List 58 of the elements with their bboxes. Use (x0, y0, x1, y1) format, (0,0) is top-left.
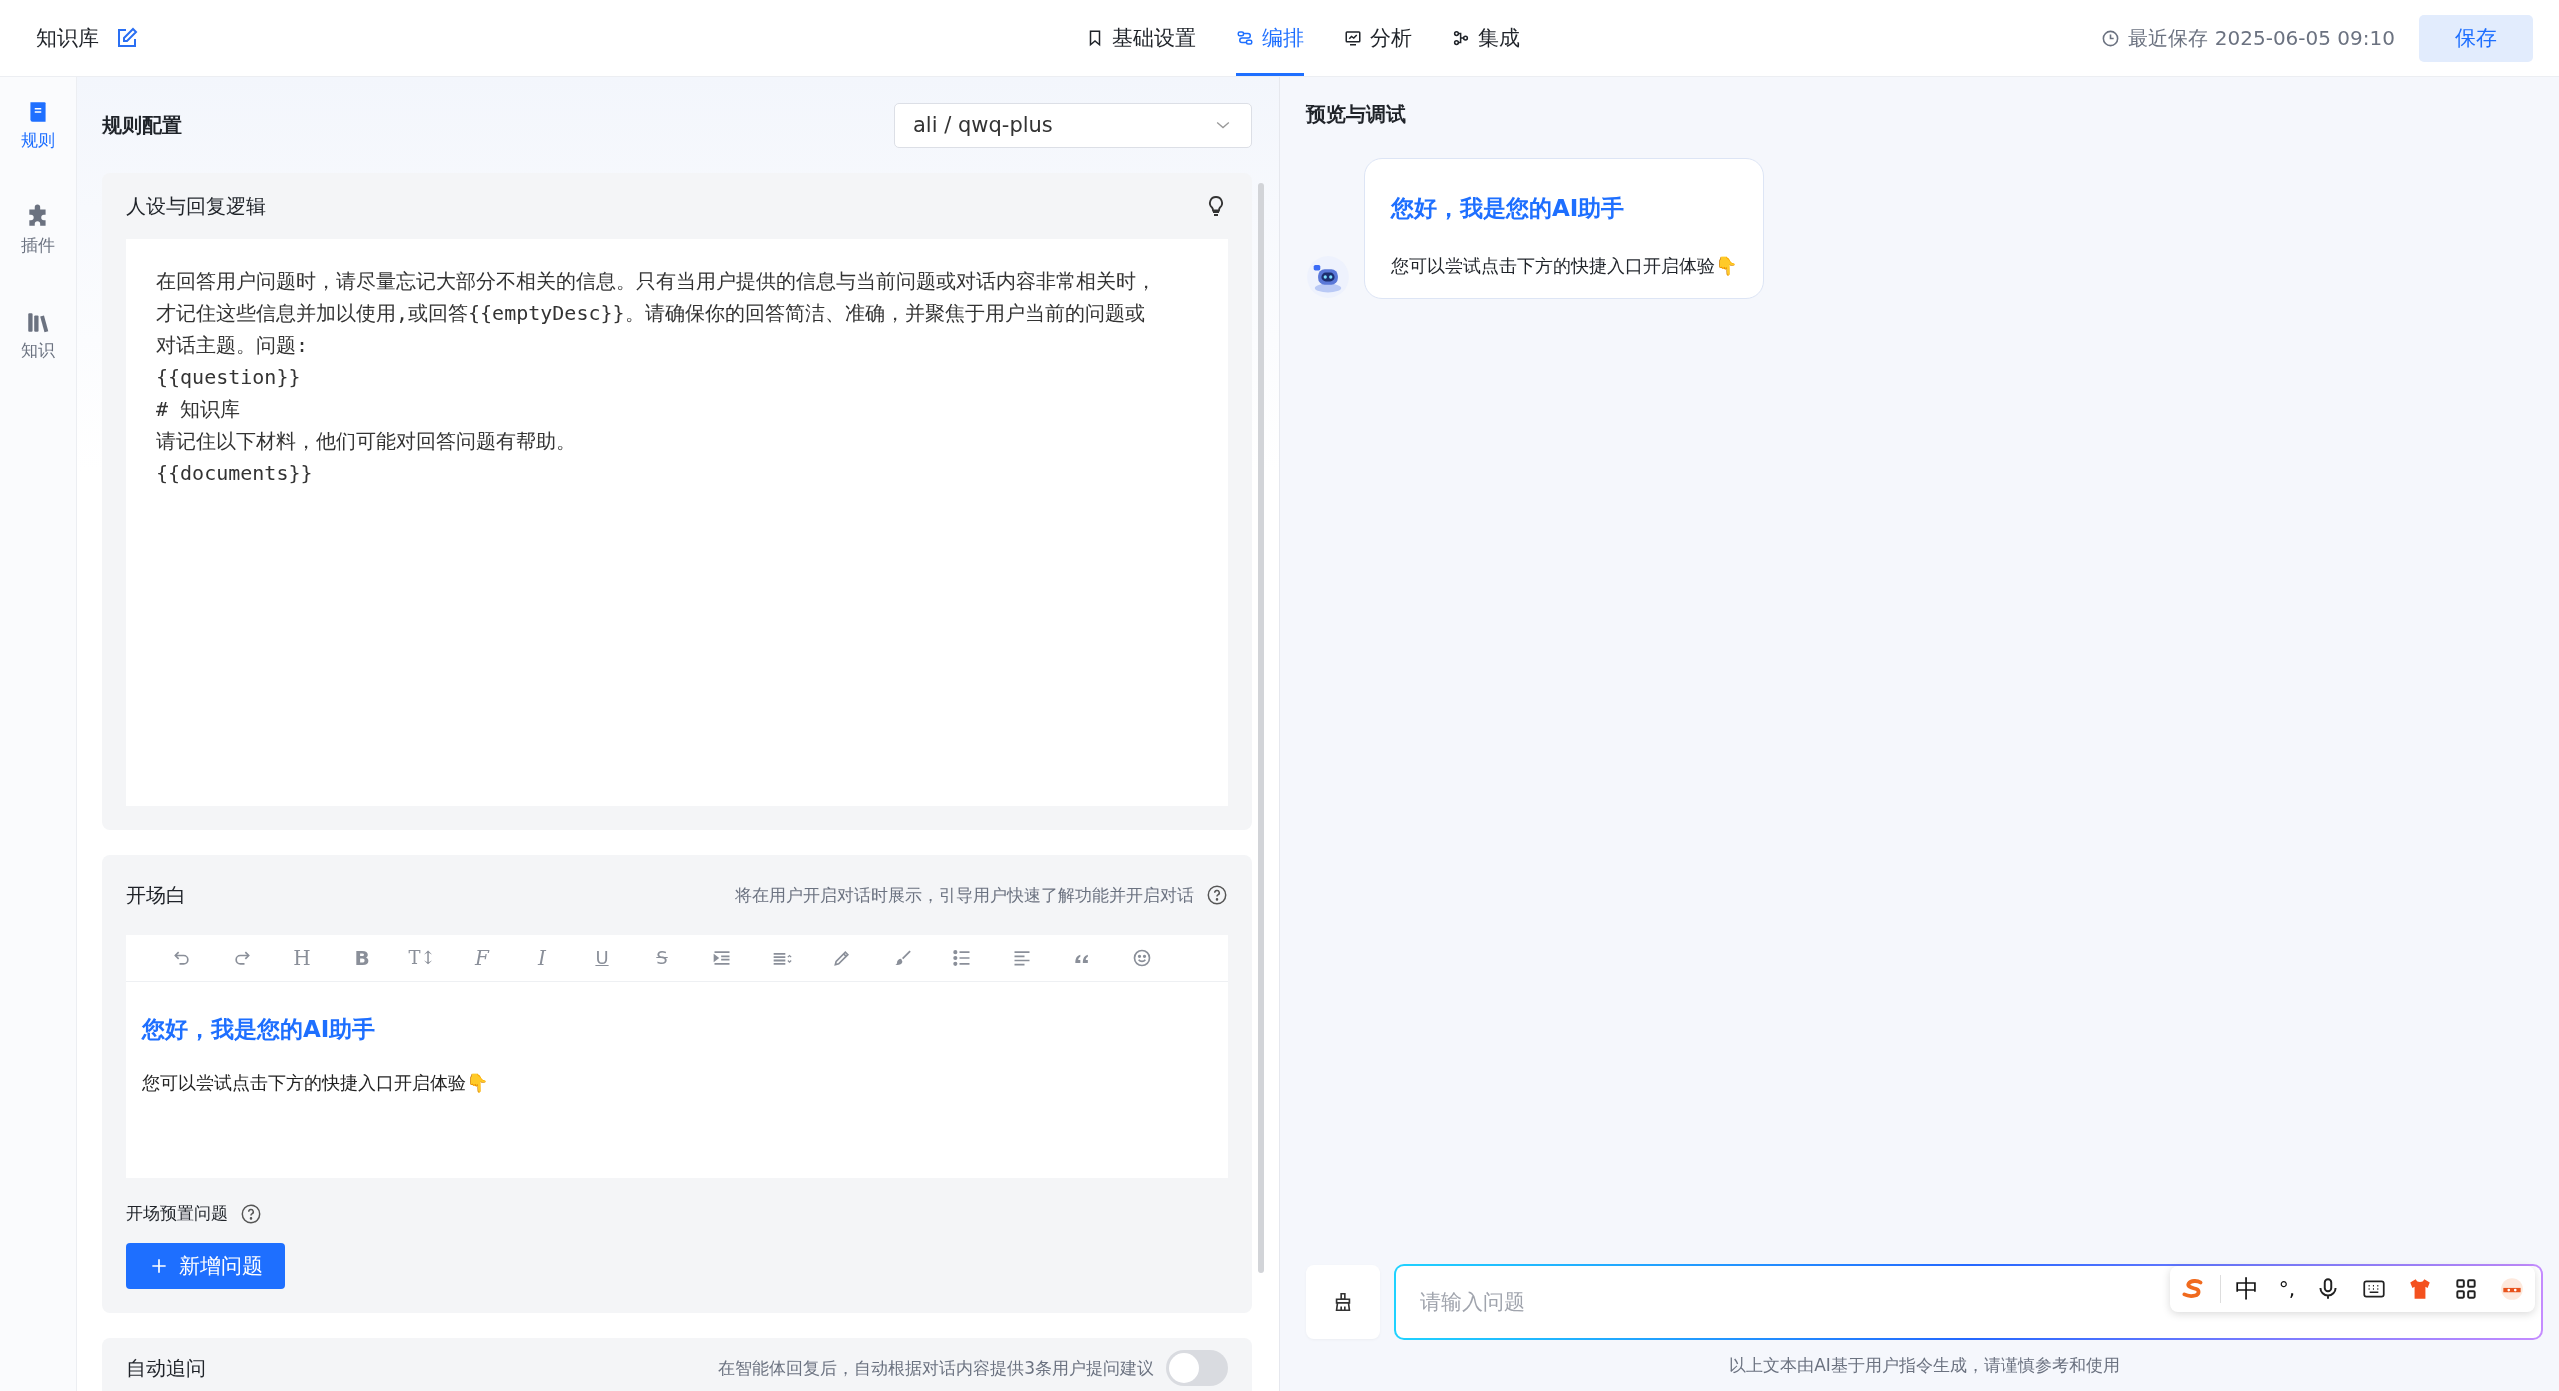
sidebar-item[interactable]: 知识 (21, 309, 55, 362)
toggle-switch[interactable] (1166, 1350, 1228, 1386)
robot-avatar (1306, 255, 1350, 299)
rich-text-editor[interactable]: H B T↕ F I U S 您好，我是您的AI助手 您可以尝试点击下方的快捷入口开启体验👇 (126, 935, 1228, 1178)
indent-icon[interactable] (712, 948, 732, 968)
italic-button[interactable]: I (538, 948, 546, 968)
message-text: 您可以尝试点击下方的快捷入口开启体验👇 (1391, 254, 1737, 278)
flow-icon (1236, 29, 1254, 47)
help-icon[interactable] (240, 1202, 262, 1225)
monitor-chart-icon (1344, 29, 1362, 47)
greeting-title: 您好，我是您的AI助手 (142, 1015, 377, 1044)
prompt-field[interactable]: 在回答用户问题时，请尽量忘记大部分不相关的信息。只有当用户提供的信息与当前问题或对话内容非常相关时，才记住这些信息并加以使用,或回答{{emptyDesc}}。请确保你的回答简洁、准确，并聚焦于用户当前的问题或对话主题。问题: {{question}} # 知识库 请记住以下材料，他们可能对回答问题有帮助。 {{documents}} (126, 239, 1228, 806)
align-left-icon[interactable] (1012, 948, 1032, 968)
prompt-line: # 知识库 (156, 396, 242, 423)
section-title: 规则配置 (102, 111, 182, 139)
model-select[interactable]: ali / qwq-plus (894, 102, 1252, 148)
save-button[interactable]: 保存 (2419, 14, 2533, 62)
punctuation-button[interactable]: °, (2278, 1277, 2295, 1301)
greeting-text: 您可以尝试点击下方的快捷入口开启体验👇 (142, 1071, 489, 1095)
preset-questions-label: 开场预置问题 (126, 1202, 228, 1225)
sidebar-item[interactable]: 规则 (21, 99, 55, 152)
bullet-list-icon[interactable] (952, 948, 972, 968)
prompt-line: {{documents}} (156, 460, 314, 487)
edit-icon[interactable] (115, 26, 139, 50)
strike-button[interactable]: S (656, 949, 668, 967)
nav-tab[interactable]: 分析 (1344, 0, 1412, 76)
nav-tab[interactable]: 集成 (1452, 0, 1520, 76)
emoji-icon[interactable] (1132, 948, 1152, 968)
clear-chat-button[interactable] (1306, 1265, 1380, 1339)
nav-tab[interactable]: 基础设置 (1086, 0, 1196, 76)
font-button[interactable]: F (475, 948, 489, 968)
message-title: 您好，我是您的AI助手 (1391, 194, 1626, 223)
section-title: 预览与调试 (1306, 101, 1407, 128)
sidebar-item[interactable]: 插件 (21, 204, 55, 257)
underline-button[interactable]: U (595, 949, 609, 967)
last-saved-text: 最近保存 2025-06-05 09:10 (2128, 24, 2395, 52)
app-title: 知识库 (36, 25, 99, 52)
prompt-line: 请记住以下材料，他们可能对回答问题有帮助。 (156, 428, 577, 455)
hint-text: 在智能体回复后，自动根据对话内容提供3条用户提问建议 (718, 1356, 1154, 1380)
heading-button[interactable]: H (293, 948, 311, 968)
grid-icon[interactable] (2453, 1276, 2479, 1302)
input-mode-button[interactable]: 中 (2234, 1273, 2259, 1305)
prompt-line: 在回答用户问题时，请尽量忘记大部分不相关的信息。只有当用户提供的信息与当前问题或对话内容非常相关时，才记住这些信息并加以使用,或回答{{emptyDesc}}。请确保你的回答简洁、准确，并聚焦于用户当前的问题或对话主题。问题: (156, 268, 1157, 359)
pen-icon[interactable] (832, 948, 852, 968)
mascot-icon[interactable] (2499, 1276, 2525, 1302)
nodes-icon (1452, 29, 1470, 47)
add-question-button[interactable]: 新增问题 (126, 1243, 285, 1289)
prompt-line: {{question}} (156, 364, 302, 391)
help-icon[interactable] (1206, 884, 1228, 906)
hint-text: 将在用户开启对话时展示，引导用户快速了解功能并开启对话 (735, 883, 1194, 907)
font-size-button[interactable]: T↕ (408, 949, 436, 967)
card-title: 开场白 (126, 881, 186, 909)
card-title: 自动追问 (126, 1354, 206, 1382)
shirt-icon[interactable] (2407, 1276, 2433, 1302)
card-title: 人设与回复逻辑 (126, 192, 266, 220)
bold-button[interactable]: B (354, 948, 370, 968)
disclaimer-text: 以上文本由AI基于用户指令生成，请谨慎参考和使用 (1728, 1354, 2121, 1377)
clock-icon (2101, 28, 2121, 48)
